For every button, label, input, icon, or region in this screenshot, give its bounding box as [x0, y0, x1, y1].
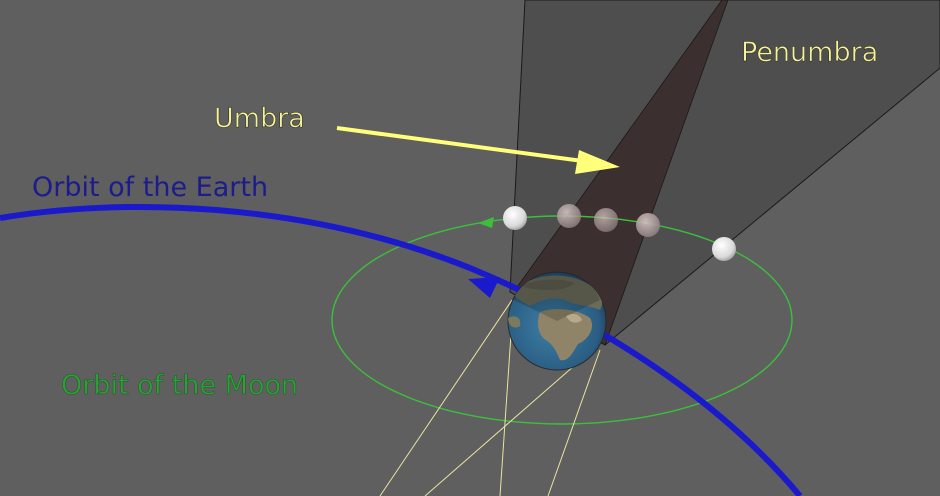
moon-phase-2	[557, 204, 581, 228]
moon-phase-5	[712, 237, 736, 261]
penumbra-label: Penumbra	[741, 37, 878, 68]
moon-phase-1	[503, 206, 527, 230]
earth-orbit-label: Orbit of the Earth	[32, 172, 268, 203]
moon-phase-4	[636, 213, 660, 237]
moon-phase-3	[594, 208, 618, 232]
lunar-eclipse-diagram: Umbra Penumbra Orbit of the Earth Orbit …	[0, 0, 940, 496]
umbra-label: Umbra	[214, 103, 305, 134]
moon-orbit-label: Orbit of the Moon	[61, 370, 298, 401]
